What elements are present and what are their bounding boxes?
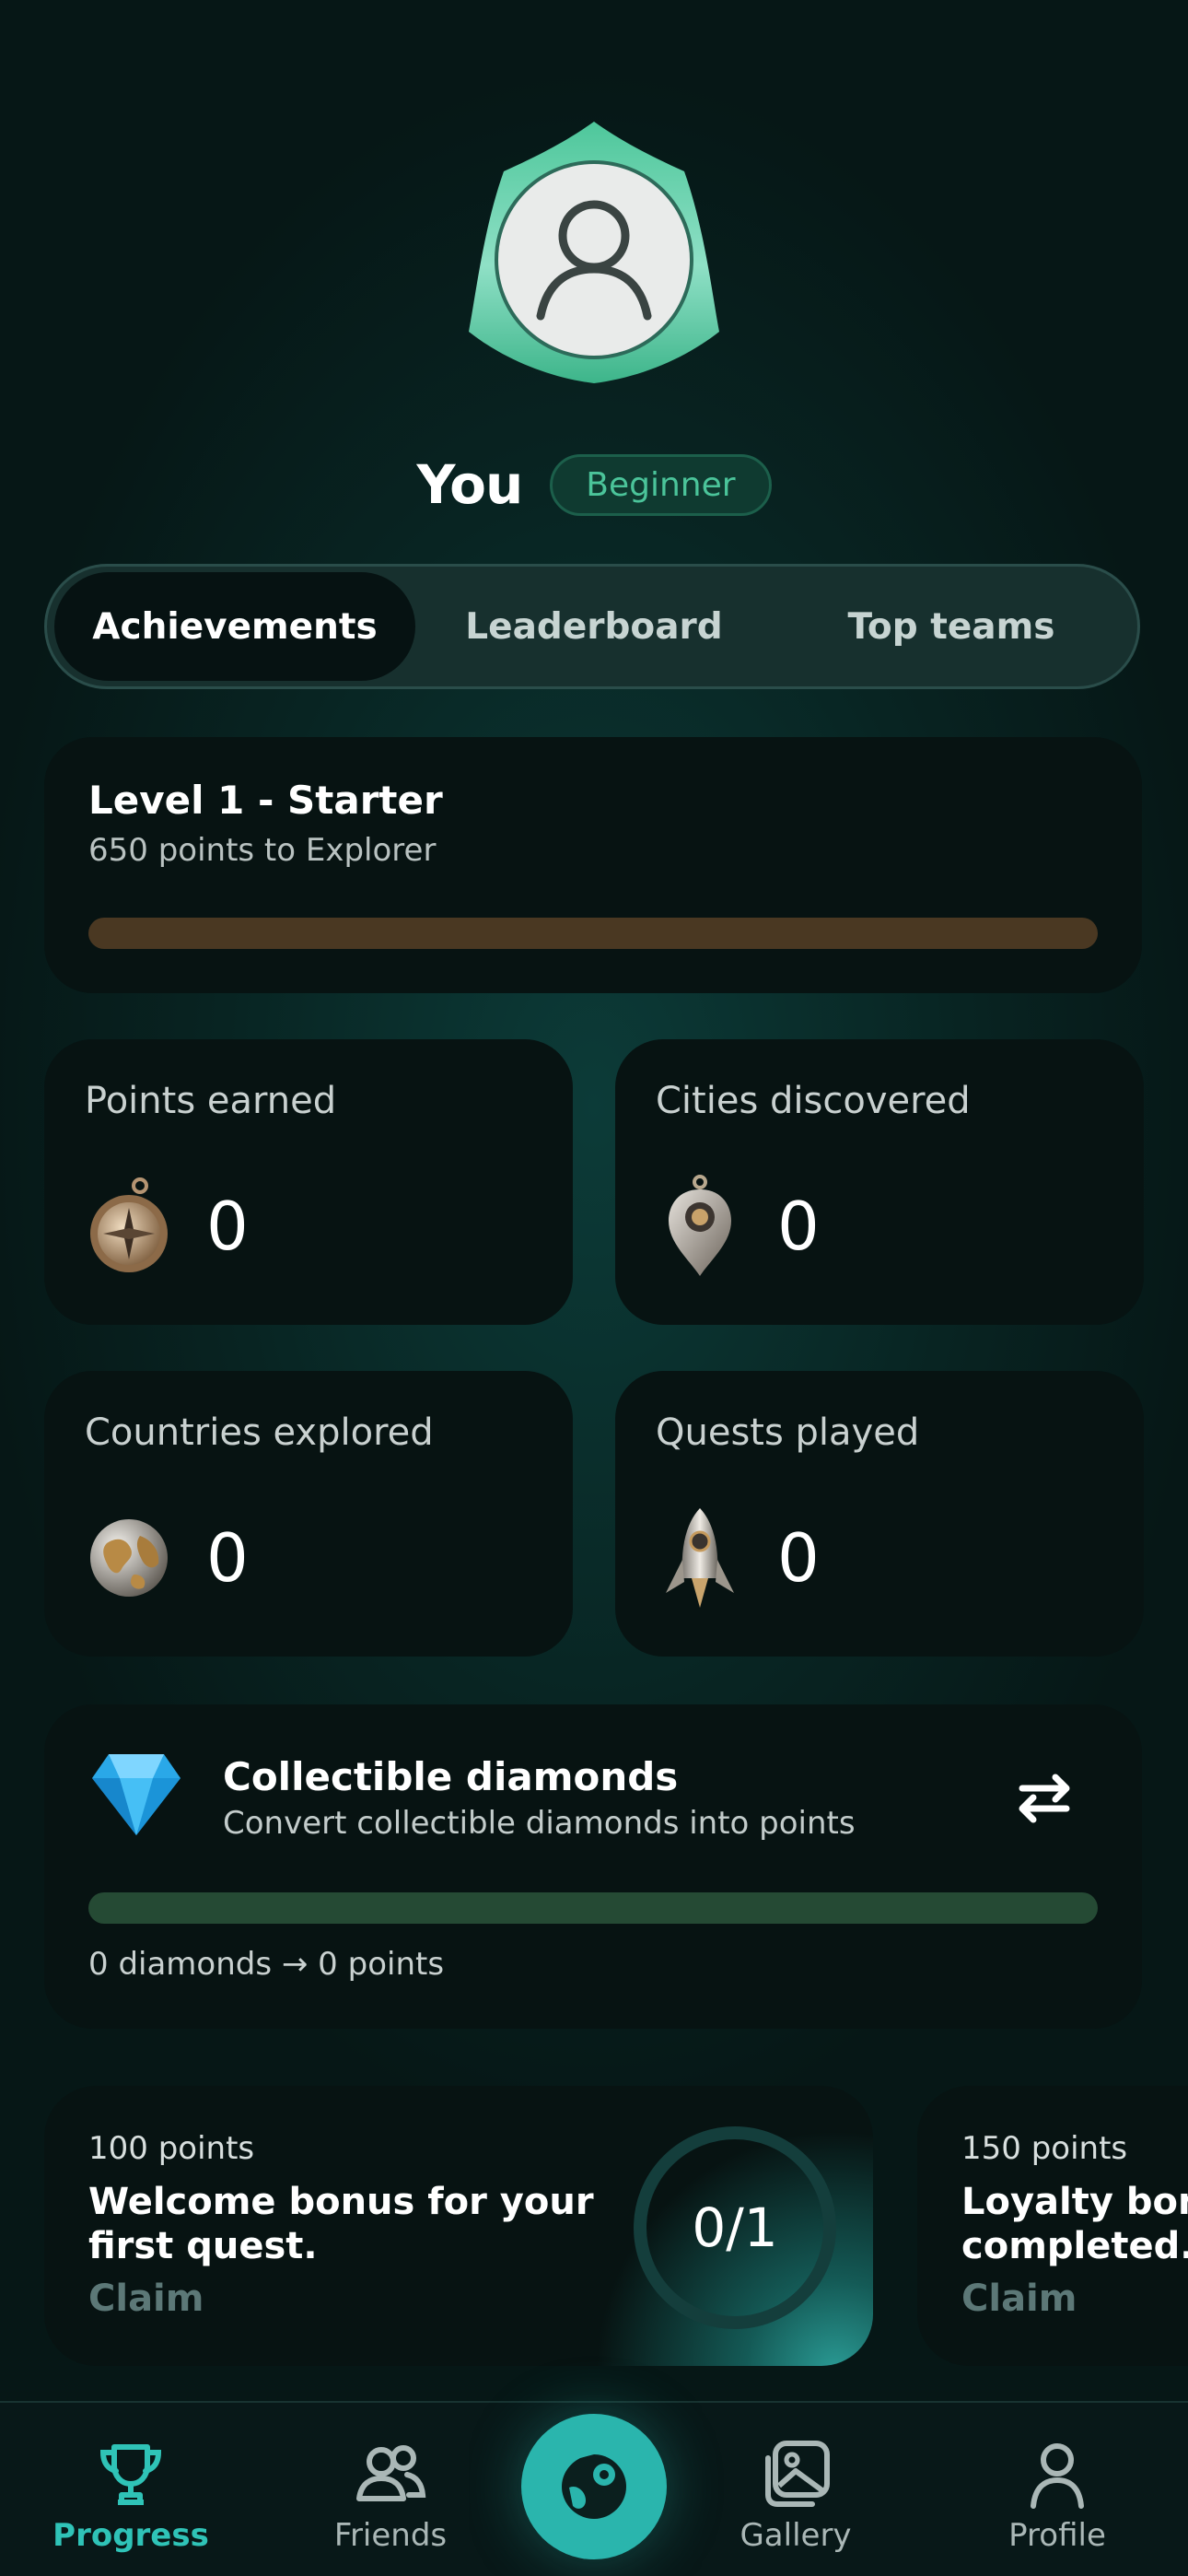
stat-value: 0 — [777, 1519, 820, 1597]
quest-card[interactable]: 150 points Loyalty bonus completed. Clai… — [917, 2086, 1188, 2366]
stat-card-quests[interactable]: Quests played 0 — [615, 1371, 1144, 1657]
tab-achievements[interactable]: Achievements — [54, 572, 415, 681]
quest-progress-ring: 0/1 — [634, 2126, 836, 2329]
quest-card[interactable]: 100 points Welcome bonus for your first … — [44, 2086, 873, 2366]
nav-label: Profile — [1008, 2517, 1106, 2554]
nav-label: Gallery — [740, 2517, 852, 2554]
level-subtitle: 650 points to Explorer — [88, 832, 437, 869]
quest-title: Loyalty bonus completed. — [961, 2181, 1188, 2267]
location-pin-icon — [656, 1175, 744, 1277]
friends-icon — [356, 2445, 426, 2501]
rank-badge: Beginner — [550, 453, 772, 516]
tab-leaderboard[interactable]: Leaderboard — [415, 572, 773, 681]
quest-title: Welcome bonus for your first quest. — [88, 2181, 594, 2267]
diamonds-title: Collectible diamonds — [223, 1753, 679, 1799]
stat-value: 0 — [206, 1188, 249, 1265]
level-progress-bar — [88, 918, 1098, 949]
map-play-icon — [562, 2454, 626, 2519]
stat-label: Countries explored — [85, 1411, 434, 1454]
stat-card-points[interactable]: Points earned 0 — [44, 1039, 573, 1325]
diamonds-conversion: 0 diamonds → 0 points — [88, 1946, 445, 1983]
diamonds-card[interactable]: Collectible diamonds Convert collectible… — [44, 1704, 1142, 2029]
tab-top-teams[interactable]: Top teams — [773, 572, 1130, 681]
level-title: Level 1 - Starter — [88, 778, 443, 823]
level-card[interactable]: Level 1 - Starter 650 points to Explorer — [44, 737, 1142, 993]
stat-label: Cities discovered — [656, 1080, 971, 1122]
stat-card-countries[interactable]: Countries explored 0 — [44, 1371, 573, 1657]
user-name: You — [416, 453, 523, 516]
compass-icon — [85, 1176, 173, 1277]
gallery-icon — [765, 2441, 830, 2507]
stat-card-cities[interactable]: Cities discovered 0 — [615, 1039, 1144, 1325]
play-button[interactable] — [521, 2414, 667, 2559]
nav-progress[interactable]: Progress — [39, 2438, 223, 2554]
trophy-icon — [99, 2444, 162, 2505]
profile-name-row: You Beginner — [0, 453, 1188, 516]
stat-value: 0 — [206, 1519, 249, 1597]
avatar-icon — [469, 122, 719, 383]
diamond-icon — [88, 1747, 190, 1848]
rocket-icon — [656, 1507, 744, 1609]
globe-icon — [85, 1507, 173, 1609]
nav-label: Progress — [52, 2517, 209, 2554]
diamonds-progress-bar — [88, 1892, 1098, 1924]
nav-profile[interactable]: Profile — [965, 2438, 1149, 2554]
stat-label: Quests played — [656, 1411, 920, 1454]
avatar-badge[interactable] — [463, 118, 725, 385]
quest-points: 150 points — [961, 2130, 1128, 2167]
progress-screen: You Beginner Achievements Leaderboard To… — [0, 0, 1188, 2576]
nav-label: Friends — [333, 2517, 448, 2554]
tab-bar: Achievements Leaderboard Top teams — [44, 564, 1140, 689]
claim-button[interactable]: Claim — [961, 2277, 1188, 2320]
stat-label: Points earned — [85, 1080, 337, 1122]
profile-icon — [1031, 2443, 1084, 2509]
diamonds-subtitle: Convert collectible diamonds into points — [223, 1804, 856, 1842]
stat-value: 0 — [777, 1188, 820, 1265]
nav-gallery[interactable]: Gallery — [704, 2438, 888, 2554]
swap-icon[interactable] — [1009, 1762, 1079, 1832]
nav-friends[interactable]: Friends — [298, 2438, 483, 2554]
